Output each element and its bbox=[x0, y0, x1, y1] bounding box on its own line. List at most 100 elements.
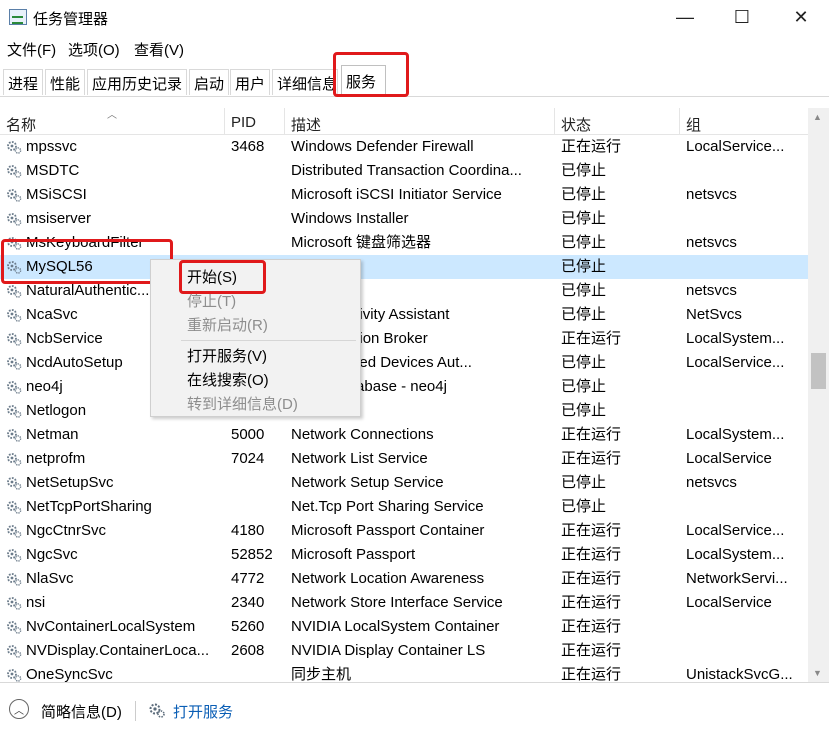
column-header-description[interactable]: 描述 bbox=[285, 108, 555, 135]
column-header-name[interactable]: 名称 ︿ bbox=[0, 108, 225, 135]
context-stop[interactable]: 停止(T) bbox=[187, 290, 236, 311]
menu-options[interactable]: 选项(O) bbox=[68, 39, 120, 60]
tab-users[interactable]: 用户 bbox=[230, 69, 271, 95]
table-row[interactable]: NetTcpPortSharing Net.Tcp Port Sharing Se… bbox=[0, 495, 808, 519]
table-row[interactable]: NcaSvc ...Connectivity Assistant 已停止 NetSvc… bbox=[0, 303, 808, 327]
vertical-scrollbar[interactable]: ▲ ▼ bbox=[808, 108, 829, 682]
service-status: 正在运行 bbox=[561, 666, 622, 682]
table-row[interactable]: OneSyncSvc 同步主机 正在运行 UnistackSvcG... bbox=[0, 663, 808, 682]
open-services-link[interactable]: 打开服务 bbox=[173, 701, 233, 722]
service-status: 已停止 bbox=[561, 354, 607, 371]
context-start[interactable]: 开始(S) bbox=[187, 266, 237, 287]
table-row[interactable]: msiserver Windows Installer 已停止 bbox=[0, 207, 808, 231]
table-body: mpssvc 3468 Windows Defender Firewall 正在运行 L… bbox=[0, 135, 808, 682]
service-name: NgcCtnrSvc bbox=[26, 522, 107, 539]
service-group: NetSvcs bbox=[686, 306, 742, 323]
service-pid bbox=[231, 159, 283, 183]
service-name: NlaSvc bbox=[26, 570, 74, 587]
service-status: 正在运行 bbox=[561, 426, 622, 443]
service-description: Microsoft 键盘筛选器 bbox=[291, 234, 432, 251]
table-row[interactable]: MsKeyboardFilter Microsoft 键盘筛选器 已停止 netsvc… bbox=[0, 231, 808, 255]
table-row[interactable]: MySQL56 已停止 bbox=[0, 255, 808, 279]
context-goto-details[interactable]: 转到详细信息(D) bbox=[187, 393, 298, 414]
table-row[interactable]: NlaSvc 4772 Network Location Awareness 正在运行… bbox=[0, 567, 808, 591]
context-open-services[interactable]: 打开服务(V) bbox=[187, 345, 267, 366]
scroll-up-icon[interactable]: ▲ bbox=[813, 112, 822, 122]
table-row[interactable]: MSDTC Distributed Transaction Coordina...… bbox=[0, 159, 808, 183]
menu-file[interactable]: 文件(F) bbox=[7, 39, 56, 60]
service-group bbox=[686, 399, 804, 423]
tab-services[interactable]: 服务 bbox=[341, 65, 386, 97]
table-row[interactable]: nsi 2340 Network Store Interface Service 正在… bbox=[0, 591, 808, 615]
service-group: LocalSystem... bbox=[686, 426, 785, 443]
column-header-pid[interactable]: PID bbox=[225, 108, 285, 135]
service-group: netsvcs bbox=[686, 474, 737, 491]
service-status: 正在运行 bbox=[561, 570, 622, 587]
service-gear-icon bbox=[7, 237, 22, 250]
table-row[interactable]: NetSetupSvc Network Setup Service 已停止 netsv… bbox=[0, 471, 808, 495]
table-row[interactable]: NvContainerLocalSystem 5260 NVIDIA LocalSy… bbox=[0, 615, 808, 639]
minimize-button[interactable]: — bbox=[655, 0, 715, 34]
service-gear-icon bbox=[7, 525, 22, 538]
service-description: Network Location Awareness bbox=[291, 570, 485, 587]
service-name: netprofm bbox=[26, 450, 86, 467]
service-gear-icon bbox=[7, 189, 22, 202]
service-gear-icon bbox=[7, 381, 22, 394]
window-title: 任务管理器 bbox=[33, 11, 109, 28]
table-row[interactable]: MSiSCSI Microsoft iSCSI Initiator Service… bbox=[0, 183, 808, 207]
maximize-button[interactable]: ☐ bbox=[712, 0, 772, 34]
tab-app-history[interactable]: 应用历史记录 bbox=[87, 69, 188, 95]
table-row[interactable]: NVDisplay.ContainerLoca... 2608 NVIDIA Dis… bbox=[0, 639, 808, 663]
service-description: Windows Installer bbox=[291, 210, 409, 227]
service-pid: 5000 bbox=[231, 426, 265, 443]
service-description: Microsoft iSCSI Initiator Service bbox=[291, 186, 502, 203]
service-name: NgcSvc bbox=[26, 546, 78, 563]
service-status: 正在运行 bbox=[561, 642, 622, 659]
table-row[interactable]: NcdAutoSetup ...Connected Devices Aut... 已… bbox=[0, 351, 808, 375]
service-gear-icon bbox=[7, 165, 22, 178]
table-row[interactable]: netprofm 7024 Network List Service 正在运行 Loca… bbox=[0, 447, 808, 471]
tab-details[interactable]: 详细信息 bbox=[272, 69, 338, 95]
menu-view[interactable]: 查看(V) bbox=[134, 39, 184, 60]
collapse-chevron-icon[interactable]: ︿ bbox=[9, 699, 29, 719]
footer-bar: ︿ 简略信息(D) 打开服务 bbox=[0, 682, 829, 740]
service-gear-icon bbox=[7, 333, 22, 346]
service-status: 已停止 bbox=[561, 234, 607, 251]
less-details-link[interactable]: 简略信息(D) bbox=[41, 701, 122, 722]
table-row[interactable]: NgcSvc 52852 Microsoft Passport 正在运行 LocalSy… bbox=[0, 543, 808, 567]
context-restart[interactable]: 重新启动(R) bbox=[187, 314, 268, 335]
service-gear-icon bbox=[7, 405, 22, 418]
close-button[interactable]: ✕ bbox=[771, 0, 829, 34]
context-search-online[interactable]: 在线搜索(O) bbox=[187, 369, 269, 390]
table-row[interactable]: NaturalAuthentic......验证已停止netsvcs bbox=[0, 279, 808, 303]
service-gear-icon bbox=[7, 501, 22, 514]
service-group bbox=[686, 639, 804, 663]
service-gear-icon bbox=[7, 285, 22, 298]
service-status: 已停止 bbox=[561, 474, 607, 491]
service-name: MSDTC bbox=[26, 162, 80, 179]
tab-startup[interactable]: 启动 bbox=[189, 69, 230, 95]
service-gear-icon bbox=[7, 549, 22, 562]
service-name: Netman bbox=[26, 426, 79, 443]
scroll-down-icon[interactable]: ▼ bbox=[813, 668, 822, 678]
table-row[interactable]: mpssvc 3468 Windows Defender Firewall 正在运行 L… bbox=[0, 135, 808, 159]
column-header-group[interactable]: 组 bbox=[680, 108, 808, 135]
table-row[interactable]: Netman 5000 Network Connections 正在运行 LocalSy… bbox=[0, 423, 808, 447]
tab-performance[interactable]: 性能 bbox=[45, 69, 86, 95]
tab-processes[interactable]: 进程 bbox=[3, 69, 44, 95]
service-pid bbox=[231, 663, 283, 682]
table-row[interactable]: neo4j ...aph Database - neo4j 已停止 bbox=[0, 375, 808, 399]
task-manager-icon bbox=[9, 9, 27, 25]
column-header-status[interactable]: 状态 bbox=[555, 108, 680, 135]
table-row[interactable]: NgcCtnrSvc 4180 Microsoft Passport Contain… bbox=[0, 519, 808, 543]
table-row[interactable]: Netlogon 已停止 bbox=[0, 399, 808, 423]
table-row[interactable]: NcbService...Connection Broker正在运行LocalS… bbox=[0, 327, 808, 351]
service-group: LocalService... bbox=[686, 138, 785, 155]
scrollbar-thumb[interactable] bbox=[811, 353, 826, 389]
service-pid: 4772 bbox=[231, 570, 265, 587]
service-gear-icon bbox=[7, 573, 22, 586]
service-name: mpssvc bbox=[26, 138, 77, 155]
service-group bbox=[686, 495, 804, 519]
service-description: Net.Tcp Port Sharing Service bbox=[291, 498, 484, 515]
service-description: Windows Defender Firewall bbox=[291, 138, 474, 155]
